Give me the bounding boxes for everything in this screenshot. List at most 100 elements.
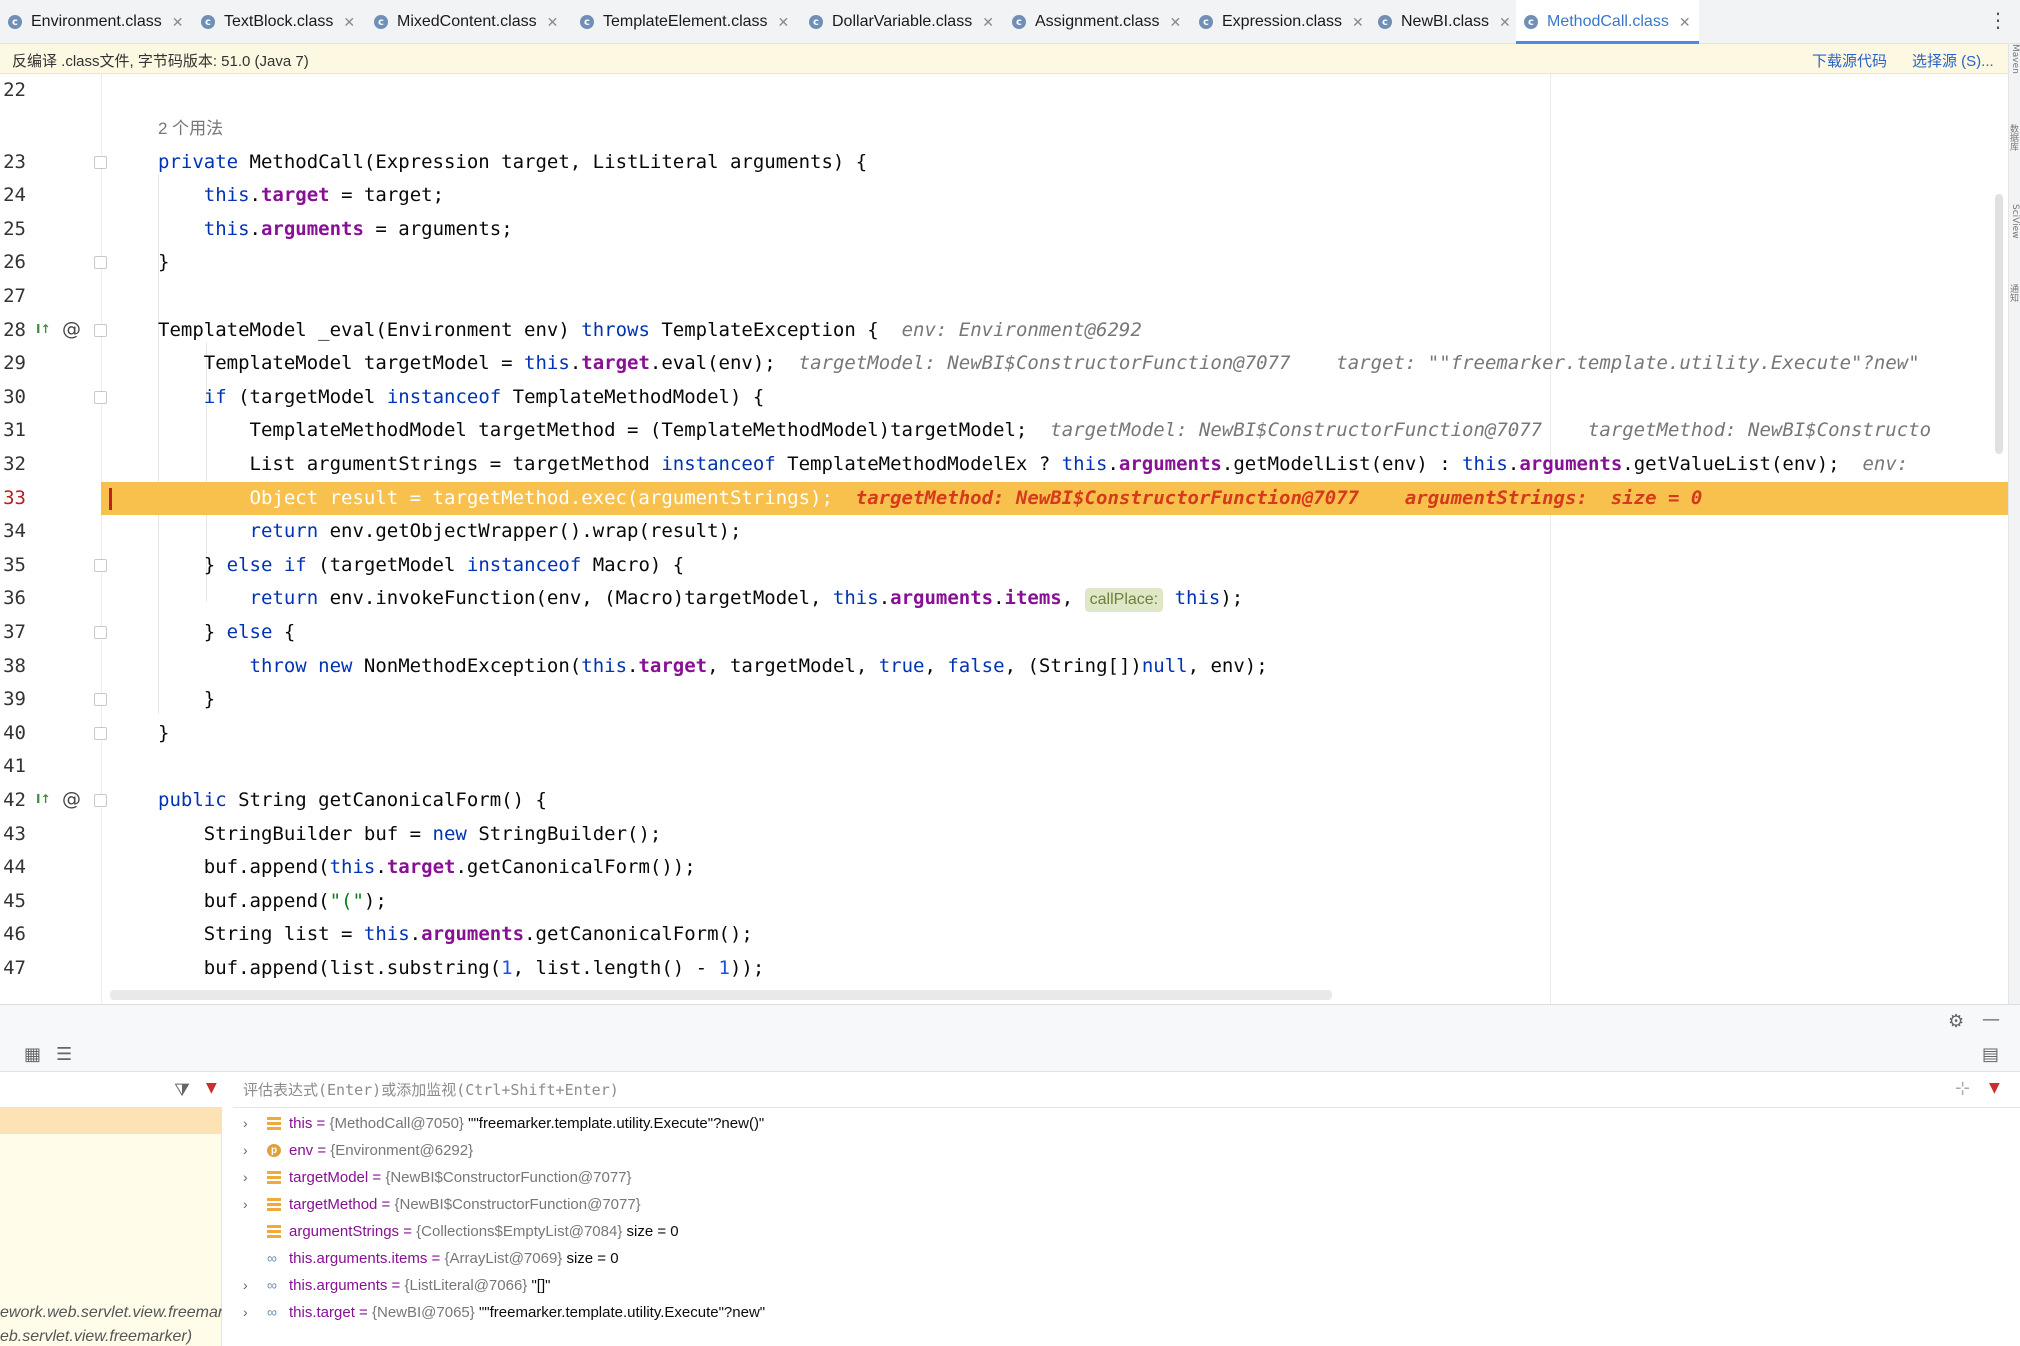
- variable-row[interactable]: argumentStrings = {Collections$EmptyList…: [233, 1218, 2020, 1245]
- choose-sources-link[interactable]: 选择源 (S)...: [1912, 50, 1994, 71]
- tab-mixedcontent-class[interactable]: c MixedContent.class ✕: [374, 0, 558, 44]
- code-line[interactable]: 40}: [0, 717, 2008, 751]
- code-line[interactable]: 43 StringBuilder buf = new StringBuilder…: [0, 818, 2008, 852]
- filter-icon[interactable]: ⧩: [174, 1080, 190, 1101]
- tab-expression-class[interactable]: c Expression.class ✕: [1199, 0, 1364, 44]
- code-line[interactable]: 32 List argumentStrings = targetMethod i…: [0, 448, 2008, 482]
- code-line[interactable]: 26}: [0, 246, 2008, 280]
- code-line[interactable]: 25 this.arguments = arguments;: [0, 213, 2008, 247]
- fold-icon[interactable]: [94, 693, 107, 707]
- usages-hint[interactable]: 2 个用法: [158, 112, 223, 146]
- add-watch-icon[interactable]: ⊹: [1955, 1078, 1970, 1099]
- variable-row[interactable]: › this = {MethodCall@7050} ""freemarker.t…: [233, 1110, 2020, 1137]
- code-line[interactable]: 45 buf.append("(");: [0, 885, 2008, 919]
- close-icon[interactable]: ✕: [1352, 14, 1364, 31]
- tool-window-label[interactable]: 通知: [2010, 284, 2020, 344]
- fold-icon[interactable]: [94, 558, 107, 572]
- chevron-down-icon[interactable]: ▼: [206, 1080, 217, 1096]
- layout-settings-icon[interactable]: ☰: [56, 1044, 72, 1065]
- chevron-right-icon[interactable]: ›: [243, 1110, 248, 1137]
- code-line[interactable]: 36 return env.invokeFunction(env, (Macro…: [0, 582, 2008, 616]
- chevron-right-icon[interactable]: ›: [243, 1299, 248, 1326]
- code-editor[interactable]: 22 2 个用法 23 private MethodCall(Expression…: [0, 74, 2008, 1004]
- tool-window-label[interactable]: 数据库: [2010, 124, 2020, 184]
- code-line[interactable]: 29 TemplateModel targetModel = this.targ…: [0, 347, 2008, 381]
- chevron-right-icon[interactable]: ›: [243, 1191, 248, 1218]
- table-view-icon[interactable]: ▦: [24, 1044, 41, 1065]
- code-line[interactable]: 35 } else if (targetModel instanceof Mac…: [0, 549, 2008, 583]
- gear-icon[interactable]: ⚙: [1948, 1011, 1964, 1032]
- chevron-right-icon[interactable]: ›: [243, 1272, 248, 1299]
- code-line[interactable]: 31 TemplateMethodModel targetMethod = (T…: [0, 414, 2008, 448]
- close-icon[interactable]: ✕: [172, 14, 184, 31]
- variable-row[interactable]: › p env = {Environment@6292}: [233, 1137, 2020, 1164]
- code-line[interactable]: 47 buf.append(list.substring(1, list.len…: [0, 952, 2008, 986]
- tab-environment-class[interactable]: c Environment.class ✕: [8, 0, 183, 44]
- code-line[interactable]: 42 I↑ @ public String getCanonicalForm() {: [0, 784, 2008, 818]
- close-icon[interactable]: ✕: [1170, 14, 1182, 31]
- code-line[interactable]: 41: [0, 750, 2008, 784]
- inline-debug-hint: env:: [1862, 453, 1909, 475]
- code-line[interactable]: 44 buf.append(this.target.getCanonicalFo…: [0, 851, 2008, 885]
- tab-templateelement-class[interactable]: c TemplateElement.class ✕: [580, 0, 789, 44]
- fold-icon[interactable]: [94, 390, 107, 404]
- line-number: 36: [3, 587, 26, 610]
- chevron-right-icon[interactable]: ›: [243, 1164, 248, 1191]
- fold-icon[interactable]: [94, 626, 107, 639]
- code-line[interactable]: 27: [0, 280, 2008, 314]
- tab-methodcall-class[interactable]: c MethodCall.class ✕: [1516, 0, 1699, 44]
- line-number: 27: [3, 285, 26, 307]
- fold-icon[interactable]: [94, 155, 107, 169]
- more-tabs-icon[interactable]: ⋮: [1988, 8, 2008, 32]
- horizontal-scrollbar[interactable]: [110, 990, 1332, 1000]
- tab-textblock-class[interactable]: c TextBlock.class ✕: [201, 0, 355, 44]
- chevron-down-icon[interactable]: ▼: [1989, 1080, 2000, 1096]
- code-line[interactable]: 22: [0, 74, 2008, 108]
- fold-icon[interactable]: [94, 256, 107, 270]
- view-options-icon[interactable]: ▤: [1982, 1044, 1999, 1065]
- implements-marker-icon[interactable]: I↑: [36, 792, 51, 806]
- variable-row[interactable]: › ∞ this.target = {NewBI@7065} ""freemarke…: [233, 1299, 2020, 1326]
- fold-icon[interactable]: [94, 323, 107, 337]
- close-icon[interactable]: ✕: [343, 14, 355, 31]
- variable-row[interactable]: › targetMethod = {NewBI$ConstructorFuncti…: [233, 1191, 2020, 1218]
- variable-row[interactable]: › ∞ this.arguments = {ListLiteral@7066} "[…: [233, 1272, 2020, 1299]
- annotation-marker-icon[interactable]: @: [62, 318, 81, 340]
- field-icon: [267, 1171, 281, 1184]
- close-icon[interactable]: ✕: [1499, 14, 1511, 31]
- tool-window-label[interactable]: SciView: [2010, 204, 2020, 264]
- code-line[interactable]: 30 if (targetModel instanceof TemplateMe…: [0, 381, 2008, 415]
- tab-newbi-class[interactable]: c NewBI.class ✕: [1378, 0, 1511, 44]
- close-icon[interactable]: ✕: [982, 14, 994, 31]
- code-line[interactable]: 23 private MethodCall(Expression target, …: [0, 146, 2008, 180]
- close-icon[interactable]: ✕: [1679, 14, 1691, 31]
- fold-icon[interactable]: [94, 794, 107, 807]
- variable-row[interactable]: › targetModel = {NewBI$ConstructorFunctio…: [233, 1164, 2020, 1191]
- close-icon[interactable]: ✕: [547, 14, 559, 31]
- chevron-right-icon[interactable]: ›: [243, 1137, 248, 1164]
- implements-marker-icon[interactable]: I↑: [36, 322, 51, 336]
- selected-frame[interactable]: [0, 1108, 222, 1134]
- download-sources-link[interactable]: 下载源代码: [1812, 50, 1887, 71]
- variable-row[interactable]: ∞ this.arguments.items = {ArrayList@7069}…: [233, 1245, 2020, 1272]
- fold-icon[interactable]: [94, 726, 107, 740]
- code-line[interactable]: 38 throw new NonMethodException(this.tar…: [0, 650, 2008, 684]
- tool-window-label[interactable]: Maven: [2010, 44, 2020, 104]
- code-line[interactable]: 34 return env.getObjectWrapper().wrap(re…: [0, 515, 2008, 549]
- close-icon[interactable]: ✕: [778, 14, 790, 31]
- tab-assignment-class[interactable]: c Assignment.class ✕: [1012, 0, 1181, 44]
- code-line[interactable]: 46 String list = this.arguments.getCanon…: [0, 918, 2008, 952]
- minimize-icon[interactable]: —: [1982, 1009, 2000, 1030]
- tab-dollarvariable-class[interactable]: c DollarVariable.class ✕: [809, 0, 994, 44]
- code-line[interactable]: 24 this.target = target;: [0, 179, 2008, 213]
- vertical-scrollbar[interactable]: [1995, 194, 2003, 454]
- annotation-marker-icon[interactable]: @: [62, 788, 81, 810]
- frame-item[interactable]: eb.servlet.view.freemarker): [0, 1328, 222, 1346]
- current-execution-line[interactable]: Object result = targetMethod.exec(argume…: [101, 481, 2008, 516]
- frame-item[interactable]: ework.web.servlet.view.freemar: [0, 1304, 222, 1322]
- code-line[interactable]: 28 I↑ @ TemplateModel _eval(Environment env…: [0, 314, 2008, 348]
- evaluate-expression-input[interactable]: [243, 1079, 1843, 1101]
- code-line[interactable]: 37 } else {: [0, 616, 2008, 650]
- code-line[interactable]: 39 }: [0, 683, 2008, 717]
- line-number: 23: [3, 150, 26, 173]
